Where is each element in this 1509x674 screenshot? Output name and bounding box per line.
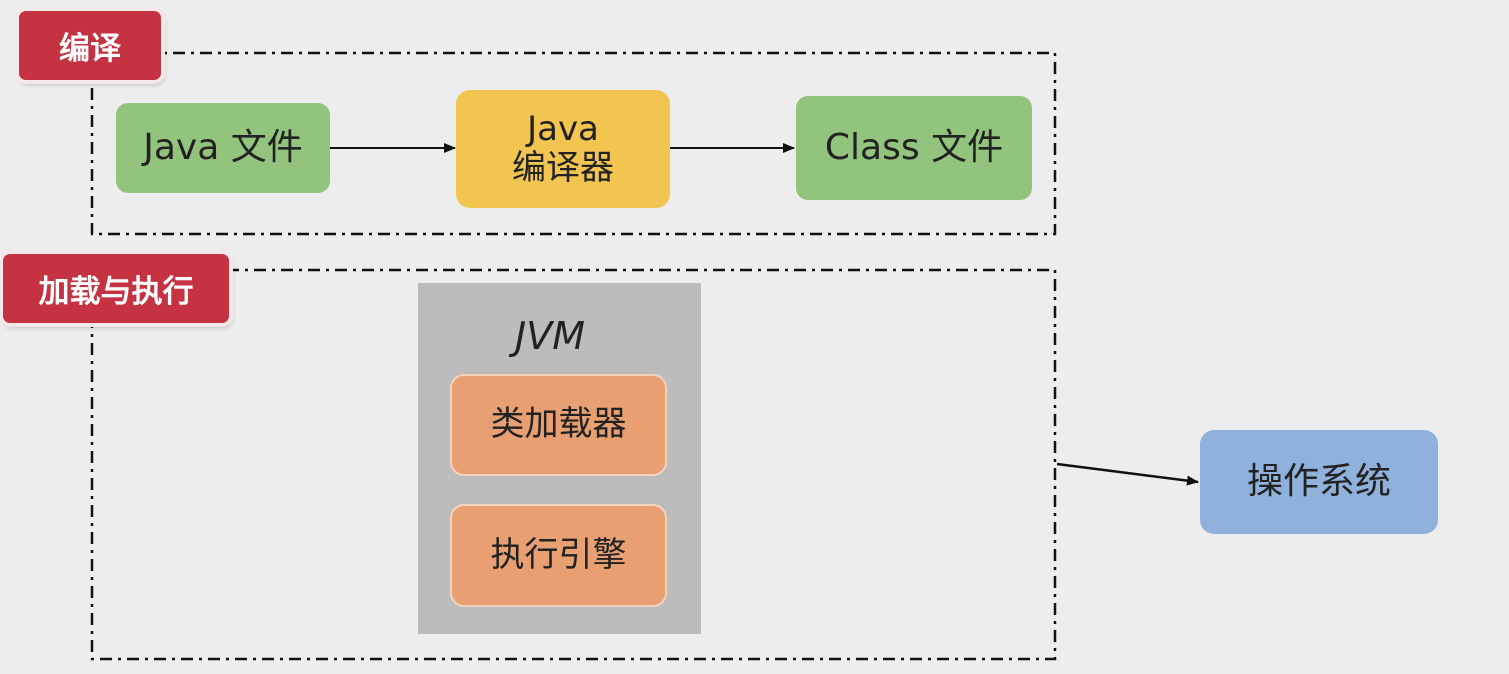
load-execute-tag: 加载与执行 (3, 254, 229, 323)
compile-tag: 编译 (19, 11, 161, 80)
class-loader-box: 类加载器 (450, 374, 667, 476)
java-compiler-line1: Java (527, 108, 599, 149)
java-file-box: Java 文件 (116, 103, 330, 193)
execution-engine-box: 执行引擎 (450, 504, 667, 607)
operating-system-box: 操作系统 (1200, 430, 1438, 534)
connector-layer (90, 51, 1199, 661)
arrow-jvm-to-os (1056, 462, 1199, 486)
diagram-canvas: 编译 Java 文件 Java 编译器 Class 文件 加载与执行 JVM 类… (0, 0, 1509, 674)
java-compiler-line2: 编译器 (512, 148, 614, 188)
java-compiler-box: Java 编译器 (456, 90, 670, 208)
class-file-box: Class 文件 (796, 96, 1032, 200)
jvm-title: JVM (515, 314, 585, 358)
